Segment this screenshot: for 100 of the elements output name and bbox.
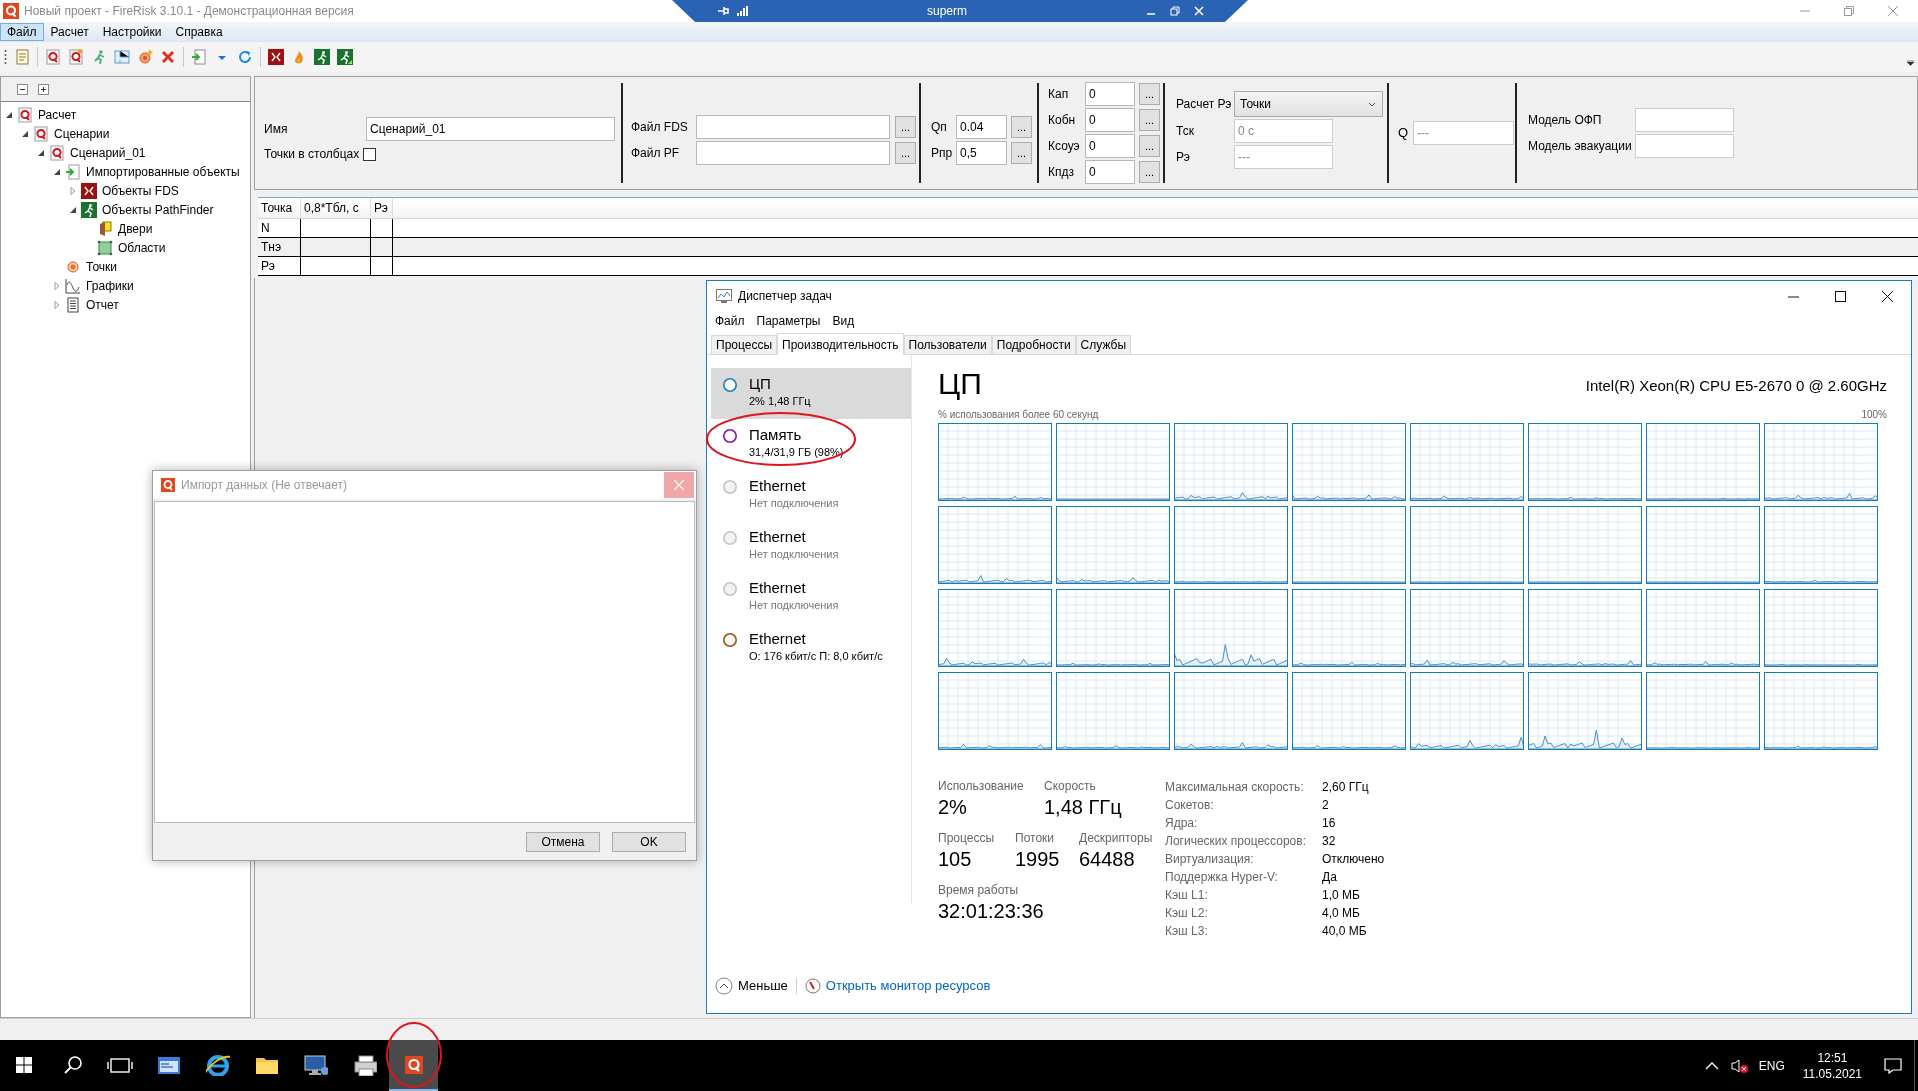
resource-item[interactable]: ЦП 2% 1,48 ГГц (711, 368, 911, 419)
dropdown[interactable]: Точки (1234, 91, 1383, 117)
tree-item[interactable]: Сценарий_01 (70, 143, 146, 162)
resource-item[interactable]: Ethernet Нет подключения (711, 470, 911, 521)
column-header[interactable]: 0,8*Тбл, с (301, 198, 371, 218)
dialog-title: Импорт данных (Не отвечает) (181, 477, 347, 494)
browse-button[interactable]: ... (895, 142, 916, 164)
menu-item[interactable]: Расчет (43, 23, 96, 41)
resource-item[interactable]: Ethernet О: 176 кбит/с П: 8,0 кбит/с (711, 623, 911, 674)
remote-host-title: superm (926, 3, 968, 20)
input-field[interactable]: 0 (1085, 108, 1135, 132)
task-manager-logo-icon (716, 289, 732, 303)
spec-label: Виртуализация: (1165, 851, 1255, 868)
input-field[interactable]: 0 (1085, 134, 1135, 158)
q-document-icon[interactable] (45, 49, 61, 65)
tab[interactable]: Службы (1075, 335, 1132, 354)
checkbox[interactable] (363, 147, 377, 161)
maximize-icon[interactable] (1835, 290, 1846, 302)
floor-plan-icon[interactable] (114, 49, 130, 65)
import-icon[interactable] (191, 49, 207, 65)
refresh-icon[interactable] (237, 49, 253, 65)
tree-item[interactable]: Расчет (38, 105, 77, 124)
collapse-all-icon[interactable] (17, 83, 28, 95)
menu-item[interactable]: Файл (715, 312, 745, 330)
tree-item[interactable]: Двери (118, 219, 153, 238)
clock-time[interactable]: 12:51 (1817, 1049, 1848, 1066)
chevron-up-icon[interactable] (1704, 1060, 1719, 1071)
close-icon[interactable] (1882, 290, 1893, 302)
resource-item[interactable]: Ethernet Нет подключения (711, 572, 911, 623)
notifications-icon[interactable] (1884, 1057, 1902, 1074)
q-add-icon[interactable] (68, 49, 84, 65)
browse-button[interactable]: ... (1139, 161, 1160, 183)
input-field[interactable]: --- (1413, 121, 1515, 145)
menu-item[interactable]: Файл (0, 23, 44, 41)
resource-name: Ethernet (749, 579, 807, 597)
tree-item[interactable]: Сценарии (54, 124, 110, 143)
input-field[interactable]: 0,5 (956, 141, 1007, 165)
dialog-button[interactable]: OK (612, 831, 686, 852)
delete-icon[interactable] (160, 49, 176, 65)
menu-item[interactable]: Настройки (95, 23, 169, 41)
tree-item[interactable]: Отчет (86, 295, 119, 314)
column-header[interactable]: Точка (258, 198, 301, 218)
tree-item[interactable]: Объекты PathFinder (102, 200, 214, 219)
language-indicator[interactable]: ENG (1758, 1056, 1785, 1075)
clock-date[interactable]: 11.05.2021 (1802, 1065, 1862, 1082)
target-add-icon[interactable] (137, 49, 153, 65)
browse-button[interactable]: ... (1011, 142, 1032, 164)
input-field[interactable]: 0.04 (956, 115, 1007, 139)
stat-value: 2% (938, 795, 968, 820)
browse-button[interactable]: ... (895, 116, 916, 138)
input-field[interactable] (696, 115, 890, 139)
muted-speaker-icon[interactable] (1730, 1057, 1749, 1074)
tab[interactable]: Пользователи (903, 335, 992, 354)
toolbar-overflow-icon[interactable] (1907, 60, 1914, 66)
input-field[interactable]: --- (1234, 145, 1333, 169)
browse-button[interactable]: ... (1139, 135, 1160, 157)
tab[interactable]: Процессы (711, 335, 777, 354)
resource-monitor-link[interactable]: Открыть монитор ресурсов (825, 976, 991, 996)
tab[interactable]: Подробности (991, 335, 1076, 354)
window-title: Диспетчер задач (738, 288, 832, 305)
input-field[interactable]: 0 с (1234, 119, 1333, 143)
resource-detail: 2% 1,48 ГГц (749, 394, 811, 409)
menu-item[interactable]: Параметры (756, 312, 821, 330)
input-field[interactable]: 0 (1085, 160, 1135, 184)
evacuation-run-icon[interactable] (337, 49, 353, 65)
dialog-button[interactable]: Отмена (526, 831, 600, 852)
resource-item[interactable]: Ethernet Нет подключения (711, 521, 911, 572)
evacuation-model-icon[interactable] (314, 49, 330, 65)
toolbar-grip-icon[interactable] (4, 49, 7, 65)
tree-item[interactable]: Графики (86, 276, 134, 295)
fire-model-icon[interactable] (268, 49, 284, 65)
input-field[interactable] (696, 141, 890, 165)
pin-icon[interactable] (716, 4, 730, 18)
field-label: Расчет Рэ (1176, 96, 1233, 113)
fewer-details-button[interactable]: Меньше (738, 976, 788, 996)
input-field[interactable]: 0 (1085, 82, 1135, 106)
tab[interactable]: Производительность (777, 333, 904, 355)
input-field[interactable] (1635, 134, 1734, 158)
input-field[interactable] (1635, 108, 1734, 132)
browse-button[interactable]: ... (1139, 109, 1160, 131)
spec-label: Кэш L3: (1165, 923, 1209, 940)
browse-button[interactable]: ... (1011, 116, 1032, 138)
menu-item[interactable]: Вид (832, 312, 855, 330)
resource-heading: ЦП (938, 367, 982, 401)
taskbar-app[interactable] (389, 1040, 438, 1091)
menu-item[interactable]: Справка (168, 23, 230, 41)
resource-item[interactable]: Память 31,4/31,9 ГБ (98%) (711, 419, 911, 470)
restore-icon[interactable] (1844, 6, 1854, 16)
tree-item[interactable]: Объекты FDS (102, 181, 179, 200)
remote-desktop-icon (303, 1053, 328, 1076)
tree-item[interactable]: Импортированные объекты (86, 162, 240, 181)
tree-item[interactable]: Области (118, 238, 166, 257)
resource-monitor-icon[interactable] (804, 978, 821, 994)
tree-item[interactable]: Точки (86, 257, 117, 276)
collapse-chevron-icon[interactable] (715, 977, 733, 995)
restore-icon[interactable] (1170, 6, 1180, 16)
browse-button[interactable]: ... (1139, 83, 1160, 105)
expand-all-icon[interactable] (38, 83, 49, 95)
column-header[interactable]: Рэ (371, 198, 393, 218)
input-field[interactable]: Сценарий_01 (366, 117, 615, 141)
